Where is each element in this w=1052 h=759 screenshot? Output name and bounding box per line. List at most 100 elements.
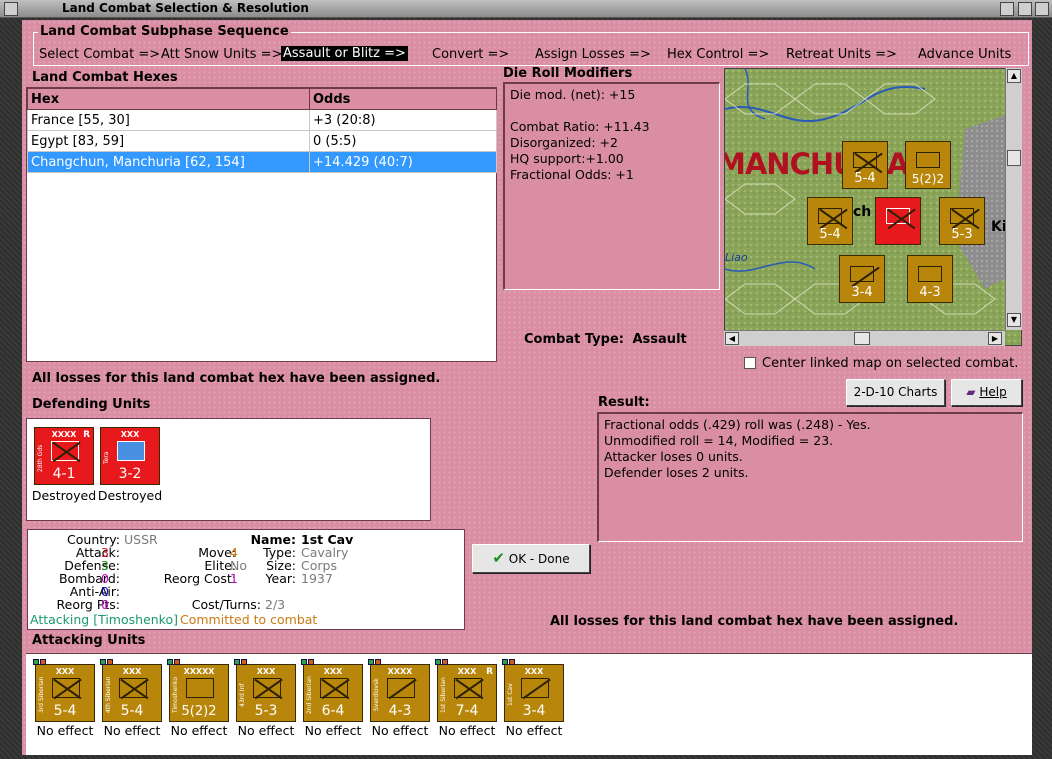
map-vertical-scrollbar[interactable]: ▲ ▼ [1005, 68, 1022, 330]
attacker-counter[interactable]: XXX 4th Siberian 5-4 [100, 659, 162, 722]
attacker-counter[interactable]: XXXXX Timoshenko 5(2)2 [167, 659, 229, 722]
check-icon: ✔ [492, 549, 505, 567]
sequence-legend: Land Combat Subphase Sequence [38, 24, 291, 39]
subphase-sequence: Land Combat Subphase Sequence Select Com… [33, 24, 1029, 66]
table-header: Hex Odds [27, 88, 497, 110]
mod-disorg: Disorganized: +2 [510, 135, 618, 150]
window-menu-icon[interactable] [4, 2, 18, 16]
step-select-combat: Select Combat => [39, 47, 161, 62]
mod-hq: HQ support:+1.00 [510, 151, 624, 166]
scroll-right-icon[interactable]: ▶ [988, 332, 1002, 345]
combat-type-value: Assault [632, 332, 687, 347]
table-row[interactable]: Egypt [83, 59] 0 (5:5) [27, 130, 497, 152]
attacking-title: Attacking Units [32, 633, 146, 648]
attacker-counter[interactable]: XXX 1st Cav 3-4 [502, 659, 564, 722]
result-line: Defender loses 2 units. [604, 465, 749, 480]
map-river-label: Liao [725, 251, 748, 264]
maximize-icon[interactable] [1018, 2, 1032, 16]
step-hex-control: Hex Control => [667, 47, 770, 62]
step-assign-losses: Assign Losses => [535, 47, 651, 62]
losses-assigned-left: All losses for this land combat hex have… [32, 371, 441, 386]
attacker-counter[interactable]: XXX R 1st Siberian 7-4 [435, 659, 497, 722]
step-retreat-units: Retreat Units => [786, 47, 897, 62]
stat-year: 1937 [301, 571, 333, 586]
center-map-checkbox[interactable] [744, 357, 756, 369]
result-line: Unmodified roll = 14, Modified = 23. [604, 433, 834, 448]
losses-assigned-right: All losses for this land combat hex have… [550, 614, 959, 629]
odds-cell: +3 (20:8) [309, 109, 497, 131]
linked-map[interactable]: MANCHURIA Liao Ki ch 5-4 5(2)2 5-4 5-3 3… [724, 68, 1022, 346]
defender-counter[interactable]: XXXX R 28th Gds 4-1 [34, 427, 94, 485]
help-button[interactable]: ▰ Help [951, 379, 1022, 406]
col-odds[interactable]: Odds [309, 88, 497, 110]
defender-counter[interactable]: XXX Tera 3-2 [100, 427, 160, 485]
center-map-label: Center linked map on selected combat. [762, 356, 1019, 371]
modifiers-title: Die Roll Modifiers [503, 66, 633, 81]
odds-cell: +14.429 (40:7) [309, 151, 497, 173]
committed-note: Committed to combat [180, 612, 318, 627]
step-convert: Convert => [432, 47, 510, 62]
scroll-up-icon[interactable]: ▲ [1007, 69, 1021, 83]
map-counter-1st-cav[interactable]: 3-4 [839, 255, 885, 303]
unit-stats-panel: Country: USSR Attack: 3 Defense: 3 Bomba… [27, 529, 465, 630]
col-hex[interactable]: Hex [27, 88, 310, 110]
window-title: Land Combat Selection & Resolution [62, 1, 309, 15]
step-assault-or-blitz: Assault or Blitz => [281, 46, 408, 61]
defending-title: Defending Units [32, 397, 151, 412]
map-counter-3rd-siberian[interactable]: 5-4 [807, 197, 853, 245]
charts-button[interactable]: 2-D-10 Charts [846, 379, 945, 406]
attacking-panel: XXX 3rd Siberian 5-4 No effect XXX 4th S… [26, 653, 1032, 755]
result-line: Fractional odds (.429) roll was (.248) -… [604, 417, 871, 432]
attacker-counter[interactable]: XXXX Sverdlovsk 4-3 [368, 659, 430, 722]
table-row-selected[interactable]: Changchun, Manchuria [62, 154] +14.429 (… [27, 151, 497, 173]
attacking-note: Attacking [Timoshenko] [30, 612, 178, 627]
ok-done-button[interactable]: ✔ OK - Done [472, 544, 590, 573]
attacker-counter[interactable]: XXX 43rd Inf 5-3 [234, 659, 296, 722]
stat-reorgcost: 1 [230, 571, 238, 586]
attacker-status: No effect [505, 723, 563, 738]
scroll-h-thumb[interactable] [854, 332, 870, 345]
stat-reorgpts: 0 [101, 597, 109, 612]
stat-country: USSR [124, 532, 158, 547]
stat-costturns: 2/3 [265, 597, 286, 612]
scroll-v-thumb[interactable] [1007, 150, 1021, 166]
step-advance-units: Advance Units [918, 47, 1012, 62]
map-counter-43rd-inf[interactable]: 5-3 [939, 197, 985, 245]
help-label: Help [979, 385, 1007, 399]
table-row[interactable]: France [55, 30] +3 (20:8) [27, 109, 497, 131]
attacker-counter[interactable]: XXX 3rd Siberian 5-4 [33, 659, 95, 722]
stat-label: Reorg Pts: [56, 597, 120, 612]
map-counter-sverdlovsk[interactable]: 4-3 [907, 255, 953, 303]
title-bar[interactable]: Land Combat Selection & Resolution [0, 0, 1052, 18]
map-counter-defender[interactable] [875, 197, 921, 245]
mod-frac: Fractional Odds: +1 [510, 167, 634, 182]
result-line: Attacker loses 0 units. [604, 449, 743, 464]
stat-label: Reorg Cost: [163, 571, 236, 586]
hex-cell: Egypt [83, 59] [27, 130, 310, 152]
odds-cell: 0 (5:5) [309, 130, 497, 152]
stat-label: Cost/Turns: [191, 597, 261, 612]
close-icon[interactable] [1035, 2, 1049, 16]
stat-label: Year: [265, 571, 296, 586]
hex-cell: France [55, 30] [27, 109, 310, 131]
mod-ratio: Combat Ratio: +11.43 [510, 119, 650, 134]
modifiers-panel: Die mod. (net): +15 Combat Ratio: +11.43… [503, 82, 720, 290]
scroll-down-icon[interactable]: ▼ [1007, 313, 1021, 327]
map-horizontal-scrollbar[interactable]: ◀ ▶ [724, 330, 1005, 346]
defending-panel: XXXX R 28th Gds 4-1 Destroyed XXX Tera 3… [26, 418, 431, 521]
hexes-title: Land Combat Hexes [32, 70, 178, 85]
attacker-counter[interactable]: XXX 2nd Siberian 6-4 [301, 659, 363, 722]
map-counter-timoshenko[interactable]: 5(2)2 [905, 141, 951, 189]
ok-label: OK - Done [508, 552, 570, 566]
book-icon: ▰ [966, 385, 976, 399]
hexes-table: Hex Odds France [55, 30] +3 (20:8) Egypt… [27, 88, 497, 173]
scroll-left-icon[interactable]: ◀ [725, 332, 739, 345]
minimize-icon[interactable] [1000, 2, 1014, 16]
map-counter-4th-siberian[interactable]: 5-4 [842, 141, 888, 189]
result-title: Result: [598, 395, 650, 410]
combat-type: Combat Type: Assault [524, 332, 687, 347]
mod-net: Die mod. (net): +15 [510, 87, 636, 102]
step-att-snow-units: Att Snow Units => [161, 47, 283, 62]
combat-type-label: Combat Type: [524, 332, 624, 347]
map-ch-label: ch [853, 204, 872, 220]
